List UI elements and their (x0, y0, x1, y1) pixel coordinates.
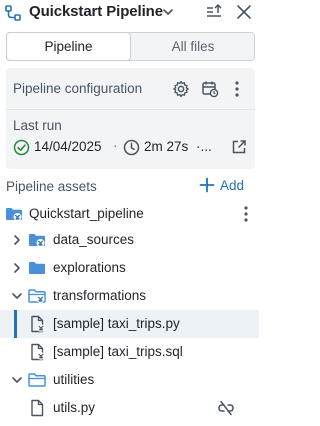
chevron-down-icon[interactable] (10, 373, 24, 387)
divider (6, 109, 255, 110)
pipeline-icon (5, 5, 21, 21)
schedule-icon[interactable] (201, 80, 219, 98)
file-icon (31, 399, 44, 417)
tree-folder-transformations[interactable]: transformations (0, 282, 259, 310)
pipeline-config-label: Pipeline configuration (13, 81, 143, 96)
tree-item-label: data_sources (53, 232, 135, 247)
file-sync-icon (31, 343, 45, 361)
tab-pipeline[interactable]: Pipeline (6, 32, 131, 61)
add-label: Add (220, 178, 245, 193)
tab-all-files[interactable]: All files (132, 33, 254, 60)
tree-file-taxi-trips-py[interactable]: [sample] taxi_trips.py (0, 310, 259, 338)
collapse-icon[interactable] (205, 3, 223, 21)
root-more-options-icon[interactable] (239, 205, 253, 223)
pipeline-config-panel: Pipeline configuration Last run 14/04/20… (6, 68, 255, 169)
run-more-text: ·... (196, 139, 212, 154)
folder-open-icon (28, 373, 46, 387)
panel-header: Quickstart Pipeline (0, 0, 259, 26)
chevron-down-icon[interactable] (160, 4, 176, 20)
pipeline-assets-label: Pipeline assets (6, 179, 97, 194)
tree-item-label: [sample] taxi_trips.sql (53, 344, 183, 359)
tree-file-taxi-trips-sql[interactable]: [sample] taxi_trips.sql (0, 338, 259, 366)
last-run-label: Last run (13, 118, 62, 133)
pipeline-title[interactable]: Quickstart Pipeline (29, 3, 163, 20)
selection-indicator (14, 310, 17, 338)
last-run-date[interactable]: 14/04/2025 (34, 139, 102, 154)
chevron-right-icon[interactable] (10, 261, 24, 275)
tree-item-label: explorations (53, 260, 126, 275)
pipeline-folder-icon (6, 208, 22, 221)
unlink-icon[interactable] (217, 400, 235, 416)
tree-item-label: utilities (53, 372, 95, 387)
run-duration: 2m 27s (144, 139, 189, 154)
more-options-icon[interactable] (230, 80, 244, 98)
close-icon[interactable] (235, 3, 253, 21)
separator-dot: · (113, 138, 118, 153)
view-tabs: Pipeline All files (6, 32, 255, 61)
tree-file-utils-py[interactable]: utils.py (0, 394, 259, 422)
tree-item-label: utils.py (53, 400, 96, 415)
tree-item-label: [sample] taxi_trips.py (53, 316, 180, 331)
tree-folder-utilities[interactable]: utilities (0, 366, 259, 394)
gear-icon[interactable] (172, 80, 190, 98)
folder-sync-icon (29, 234, 45, 247)
folder-icon (29, 262, 45, 274)
tree-item-label: transformations (53, 288, 147, 303)
success-check-icon (13, 139, 30, 156)
plus-icon (199, 177, 215, 193)
external-link-icon[interactable] (231, 139, 247, 155)
tree-folder-explorations[interactable]: explorations (0, 254, 259, 282)
tree-root-label: Quickstart_pipeline (29, 206, 144, 221)
clock-icon (123, 139, 140, 156)
folder-open-sync-icon (28, 289, 46, 303)
chevron-down-icon[interactable] (10, 289, 24, 303)
file-sync-icon (31, 315, 45, 333)
tree-root-row[interactable]: Quickstart_pipeline (0, 200, 259, 228)
chevron-right-icon[interactable] (10, 233, 24, 247)
tree-folder-data-sources[interactable]: data_sources (0, 226, 259, 254)
